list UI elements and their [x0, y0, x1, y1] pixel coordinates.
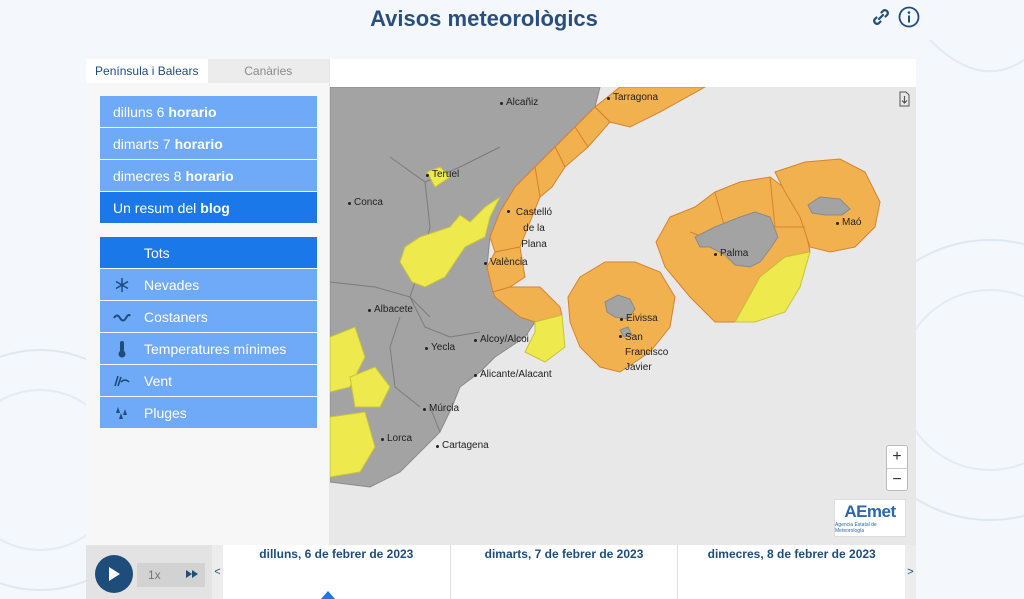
play-icon: [109, 567, 120, 581]
city-albacete: Albacete: [368, 304, 413, 315]
day-item-label: dilluns 6: [113, 103, 165, 120]
play-button[interactable]: [95, 555, 133, 593]
link-icon[interactable]: [870, 6, 892, 28]
timeline-day-label: dimecres, 8 de febrer de 2023: [707, 547, 876, 561]
timeline-day-tuesday[interactable]: dimarts, 7 de febrer de 2023: [449, 545, 678, 599]
city-alcoy: Alcoy/Alcoi: [474, 334, 529, 345]
category-rain[interactable]: Pluges: [100, 397, 317, 428]
day-item-bold: horario: [174, 135, 223, 152]
wave-icon: [100, 311, 144, 323]
city-castello: Castelló de la Plana: [507, 205, 555, 253]
info-icon[interactable]: [898, 6, 920, 28]
category-min-temperatures[interactable]: Temperatures mínimes: [100, 333, 317, 364]
city-san-francisco-javier: San Francisco Javier: [619, 330, 681, 375]
city-palma: Palma: [713, 248, 749, 259]
tab-peninsula-baleares[interactable]: Península i Balears: [86, 59, 208, 83]
timeline-next-button[interactable]: >: [905, 545, 916, 599]
day-item-label: dimarts 7: [113, 135, 171, 152]
city-yecla: Yecla: [424, 342, 456, 353]
timeline-day-label: dilluns, 6 de febrer de 2023: [259, 547, 414, 561]
tab-canarias[interactable]: Canàries: [207, 59, 329, 83]
snowflake-icon: [100, 277, 144, 293]
wind-icon: [100, 374, 144, 388]
category-snow[interactable]: Nevades: [100, 269, 317, 300]
rain-icon: [100, 405, 144, 421]
category-coastal[interactable]: Costaners: [100, 301, 317, 332]
fast-forward-icon: [185, 568, 199, 582]
city-murcia: Múrcia: [422, 403, 460, 414]
day-item-bold: horario: [185, 167, 234, 184]
category-label: Pluges: [144, 404, 187, 421]
day-item-tuesday[interactable]: dimarts 7 horario: [100, 128, 317, 159]
category-label: Temperatures mínimes: [144, 340, 287, 357]
aemet-logo[interactable]: AEmet Agencia Estatal de Meteorología: [834, 499, 906, 537]
category-menu: Tots Nevades Costaners Temperatures míni…: [100, 237, 317, 429]
map-canvas: [330, 87, 881, 488]
logo-text: AEmet: [844, 502, 896, 521]
category-label: Nevades: [144, 276, 200, 293]
day-item-label: dimecres 8: [113, 167, 182, 184]
category-label: Vent: [144, 372, 173, 389]
category-label: Tots: [144, 244, 170, 261]
day-item-bold: horario: [168, 103, 217, 120]
category-wind[interactable]: Vent: [100, 365, 317, 396]
logo-subtitle: Agencia Estatal de Meteorología: [835, 522, 877, 534]
category-all[interactable]: Tots: [100, 237, 317, 268]
warnings-widget: Península i Balears Canàries dilluns 6 h…: [86, 59, 916, 599]
day-item-monday[interactable]: dilluns 6 horario: [100, 96, 317, 127]
timeline-bar: 1x < dilluns, 6 de febrer de 2023 dimart…: [86, 545, 916, 599]
category-label: Costaners: [144, 308, 208, 325]
city-tarragona: Tarragona: [606, 92, 659, 103]
city-alicante: Alicante/Alacant: [474, 369, 552, 380]
city-valencia: València: [484, 257, 528, 268]
timeline-prev-button[interactable]: <: [212, 545, 223, 599]
city-alcaniz: Alcañiz: [499, 97, 539, 108]
day-item-label: Un resum del: [113, 199, 197, 216]
zoom-in-button[interactable]: +: [887, 446, 907, 468]
day-menu: dilluns 6 horario dimarts 7 horario dime…: [100, 96, 317, 224]
timeline: < dilluns, 6 de febrer de 2023 dimarts, …: [212, 545, 916, 599]
timeline-day-monday[interactable]: dilluns, 6 de febrer de 2023: [223, 545, 450, 599]
city-eivissa: Eivissa: [620, 313, 658, 324]
page-title: Avisos meteorològics: [370, 6, 598, 31]
timeline-day-label: dimarts, 7 de febrer de 2023: [484, 547, 644, 561]
day-item-wednesday[interactable]: dimecres 8 horario: [100, 160, 317, 191]
zoom-out-button[interactable]: −: [887, 468, 907, 490]
day-item-bold: blog: [200, 199, 230, 216]
timeline-current-marker: [321, 591, 335, 599]
download-icon[interactable]: [897, 91, 913, 107]
city-lorca: Lorca: [380, 433, 413, 444]
city-mao: Maó: [835, 217, 862, 228]
blog-summary-item[interactable]: Un resum del blog: [100, 192, 317, 223]
thermometer-icon: [100, 340, 144, 358]
speed-label: 1x: [148, 568, 161, 582]
side-panel: Península i Balears Canàries dilluns 6 h…: [86, 59, 330, 545]
city-conca: Conca: [348, 197, 383, 208]
zoom-control: + −: [886, 445, 908, 491]
city-cartagena: Cartagena: [436, 440, 489, 451]
speed-control[interactable]: 1x: [137, 563, 205, 587]
timeline-day-wednesday[interactable]: dimecres, 8 de febrer de 2023: [677, 545, 906, 599]
city-teruel: Teruel: [425, 169, 460, 180]
warnings-map[interactable]: Alcañiz Tarragona Teruel Conca Castelló …: [330, 87, 916, 545]
